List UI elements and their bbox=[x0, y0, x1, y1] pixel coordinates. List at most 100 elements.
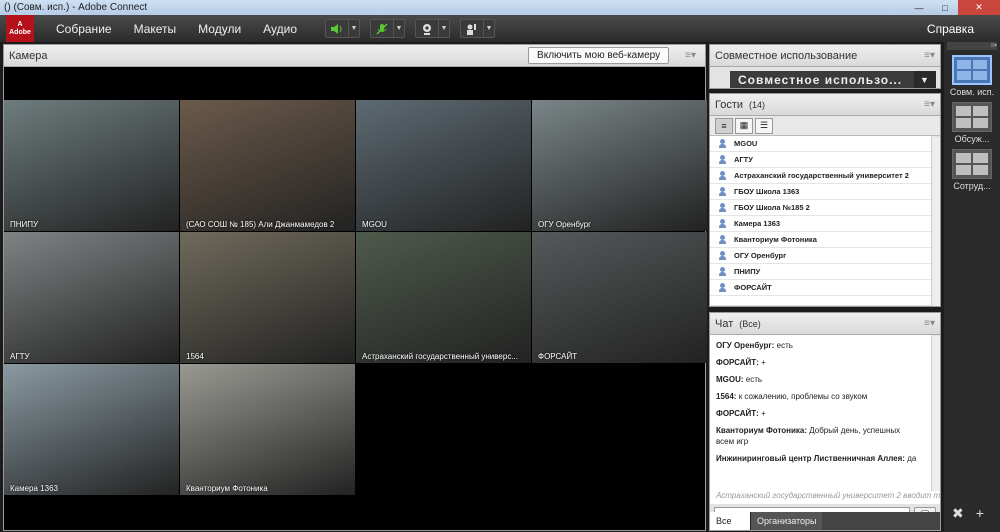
person-icon bbox=[719, 187, 726, 196]
pod-menu-icon[interactable]: ≡▾ bbox=[924, 50, 935, 61]
share-pod-title: Совместное использование bbox=[715, 49, 858, 62]
video-tile[interactable]: Камера 1363 bbox=[4, 364, 179, 495]
video-tile-label: АГТУ bbox=[10, 352, 30, 361]
menu-help[interactable]: Справка bbox=[927, 22, 974, 36]
close-button[interactable]: ✕ bbox=[958, 0, 1000, 15]
video-tile-label: Кванториум Фотоника bbox=[186, 484, 268, 493]
person-icon bbox=[719, 155, 726, 164]
video-tile[interactable]: ФОРСАЙТ bbox=[532, 232, 707, 363]
adobe-logo: A Adobe bbox=[6, 15, 34, 42]
video-tile[interactable]: 1564 bbox=[180, 232, 355, 363]
video-tile-label: Камера 1363 bbox=[10, 484, 58, 493]
menu-pods[interactable]: Модули bbox=[198, 22, 241, 36]
chat-tabs: Все Организаторы bbox=[710, 512, 940, 530]
menu-audio[interactable]: Аудио bbox=[263, 22, 297, 36]
tools-icon[interactable]: ✖ bbox=[952, 505, 964, 522]
raise-hand-control[interactable]: ▼ bbox=[460, 19, 496, 38]
chevron-down-icon[interactable]: ▼ bbox=[483, 20, 494, 37]
video-tile[interactable]: Кванториум Фотоника bbox=[180, 364, 355, 495]
detail-view-icon[interactable]: ☰ bbox=[755, 117, 773, 134]
microphone-control[interactable]: ▼ bbox=[370, 19, 406, 38]
video-tile[interactable]: MGOU bbox=[356, 100, 531, 231]
speaker-control[interactable]: ▼ bbox=[325, 19, 361, 38]
speaker-icon[interactable] bbox=[326, 20, 348, 37]
maximize-button[interactable]: □ bbox=[932, 0, 958, 15]
chat-messages: ОГУ Оренбург: есть ФОРСАЙТ: + MGOU: есть… bbox=[710, 335, 931, 490]
chat-message: ОГУ Оренбург: есть bbox=[716, 341, 793, 350]
chat-message: 1564: к сожалению, проблемы со звуком bbox=[716, 392, 868, 401]
chevron-down-icon[interactable]: ▼ bbox=[348, 20, 359, 37]
guest-count: (14) bbox=[749, 99, 766, 110]
rail-header: ≡▾ bbox=[947, 42, 997, 50]
guests-pod: Гости (14) ≡▾ ≡ ▦ ☰ MGOU АГТУ Астраханск… bbox=[709, 93, 941, 307]
guests-pod-title: Гости bbox=[715, 98, 744, 111]
list-item[interactable]: ПНИПУ bbox=[710, 264, 931, 280]
microphone-off-icon[interactable] bbox=[371, 20, 393, 37]
share-selector[interactable]: Совместное использо... ▼ bbox=[730, 71, 936, 88]
layout-collaboration[interactable]: Сотруд... bbox=[947, 149, 997, 191]
add-layout-icon[interactable]: + bbox=[976, 505, 984, 522]
list-item[interactable]: ОГУ Оренбург bbox=[710, 248, 931, 264]
tab-everyone[interactable]: Все bbox=[710, 512, 750, 530]
video-tile[interactable]: (САО СОШ № 185) Али Джанмамедов 2 bbox=[180, 100, 355, 231]
person-icon bbox=[719, 267, 726, 276]
tab-hosts[interactable]: Организаторы bbox=[750, 512, 822, 530]
video-tile-label: ОГУ Оренбург bbox=[538, 220, 592, 229]
list-item[interactable]: ФОРСАЙТ bbox=[710, 280, 931, 296]
layout-label: Совм. исп. bbox=[949, 87, 995, 97]
raise-hand-icon[interactable] bbox=[461, 20, 483, 37]
video-tile-label: ФОРСАЙТ bbox=[538, 352, 578, 361]
video-tile[interactable]: АГТУ bbox=[4, 232, 179, 363]
start-webcam-button[interactable]: Включить мою веб-камеру bbox=[528, 47, 670, 64]
list-item[interactable]: ГБОУ Школа 1363 bbox=[710, 184, 931, 200]
menu-layouts[interactable]: Макеты bbox=[134, 22, 177, 36]
share-pod-header: Совместное использование ≡▾ bbox=[710, 45, 940, 67]
guest-list: MGOU АГТУ Астраханский государственный у… bbox=[710, 136, 931, 305]
rail-tools: ✖ + bbox=[952, 505, 984, 522]
chat-message: Инжиниринговый центр Лиственничная Аллея… bbox=[716, 454, 917, 463]
minimize-button[interactable]: — bbox=[906, 0, 932, 15]
typing-indicator: Астраханский государственный университет… bbox=[710, 490, 940, 504]
layout-label: Сотруд... bbox=[953, 181, 991, 191]
chat-scrollbar[interactable] bbox=[931, 336, 940, 491]
list-item[interactable]: Камера 1363 bbox=[710, 216, 931, 232]
video-tile-label: (САО СОШ № 185) Али Джанмамедов 2 bbox=[186, 220, 335, 229]
pod-menu-icon[interactable]: ≡▾ bbox=[924, 318, 935, 329]
layout-thumbnail bbox=[952, 102, 992, 132]
menu-meeting[interactable]: Собрание bbox=[56, 22, 112, 36]
list-item[interactable]: MGOU bbox=[710, 136, 931, 152]
video-tile-label: ПНИПУ bbox=[10, 220, 39, 229]
rail-menu-icon[interactable]: ≡▾ bbox=[990, 42, 997, 50]
share-pod: Совместное использование ≡▾ Совместное и… bbox=[709, 44, 941, 89]
video-tile-label: 1564 bbox=[186, 352, 204, 361]
person-icon bbox=[719, 219, 726, 228]
layout-discussion[interactable]: Обсуж... bbox=[947, 102, 997, 144]
chevron-down-icon[interactable]: ▼ bbox=[914, 71, 936, 88]
person-icon bbox=[719, 171, 726, 180]
pod-menu-icon[interactable]: ≡▾ bbox=[685, 50, 696, 61]
person-icon bbox=[719, 139, 726, 148]
chevron-down-icon[interactable]: ▼ bbox=[438, 20, 449, 37]
webcam-icon[interactable] bbox=[416, 20, 438, 37]
video-tile[interactable]: ПНИПУ bbox=[4, 100, 179, 231]
pod-menu-icon[interactable]: ≡▾ bbox=[924, 99, 935, 110]
list-view-icon[interactable]: ≡ bbox=[715, 117, 733, 134]
person-icon bbox=[719, 251, 726, 260]
list-item[interactable]: АГТУ bbox=[710, 152, 931, 168]
chevron-down-icon[interactable]: ▼ bbox=[393, 20, 404, 37]
chat-pod: Чат (Все) ≡▾ ОГУ Оренбург: есть ФОРСАЙТ:… bbox=[709, 312, 941, 531]
video-tile[interactable]: ОГУ Оренбург bbox=[532, 100, 707, 231]
grid-view-icon[interactable]: ▦ bbox=[735, 117, 753, 134]
list-item[interactable]: Астраханский государственный университет… bbox=[710, 168, 931, 184]
chat-message: Кванториум Фотоника: Добрый день, успешн… bbox=[716, 426, 901, 446]
list-item[interactable]: ГБОУ Школа №185 2 bbox=[710, 200, 931, 216]
layout-share[interactable]: Совм. исп. bbox=[947, 55, 997, 97]
webcam-control[interactable]: ▼ bbox=[415, 19, 451, 38]
share-selector-label: Совместное использо... bbox=[738, 72, 903, 87]
layouts-rail: ≡▾ Совм. исп. Обсуж... Сотруд... ✖ + bbox=[944, 42, 1000, 532]
chat-message: ФОРСАЙТ: + bbox=[716, 409, 766, 418]
guest-view-toolbar: ≡ ▦ ☰ bbox=[710, 116, 940, 136]
guest-list-scrollbar[interactable] bbox=[931, 137, 940, 306]
list-item[interactable]: Кванториум Фотоника bbox=[710, 232, 931, 248]
video-tile[interactable]: Астраханский государственный универс... bbox=[356, 232, 531, 363]
